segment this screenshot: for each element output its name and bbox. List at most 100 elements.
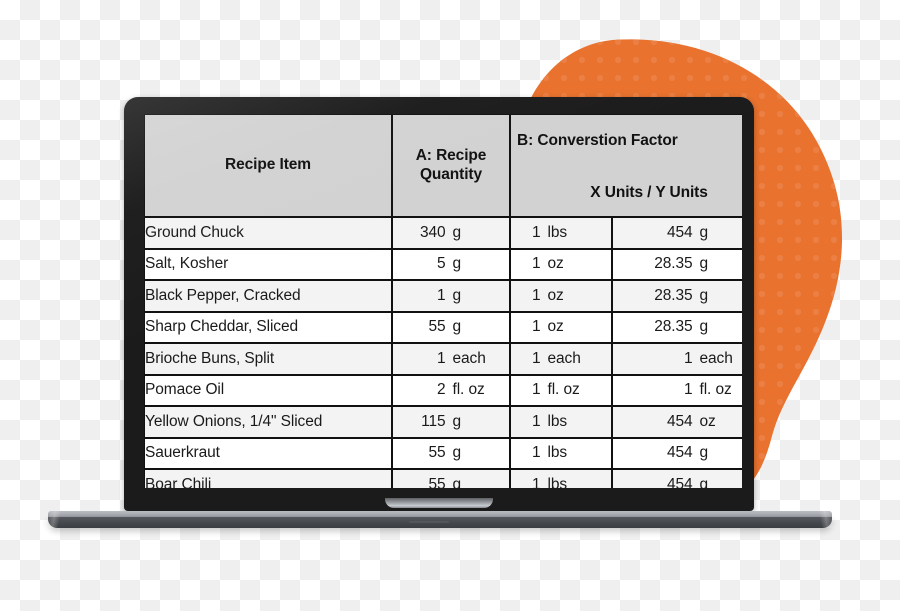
cell-recipe-item[interactable]: Pomace Oil (144, 374, 392, 406)
cell-recipe-quantity-value: 5 (436, 255, 446, 273)
table-row[interactable]: Boar Chili 55 g 1 lbs 454 g (144, 469, 742, 488)
cell-recipe-quantity[interactable]: 340 g (392, 217, 510, 249)
cell-y-units-value: 454 (666, 412, 693, 430)
cell-recipe-item[interactable]: Ground Chuck (144, 217, 392, 249)
cell-x-units-content: 1 fl. oz (511, 376, 611, 406)
cell-y-units-unit: fl. oz (699, 381, 732, 399)
cell-y-units[interactable]: 454 g (612, 217, 742, 249)
cell-recipe-quantity-content: 55 g (393, 470, 509, 488)
cell-y-units-unit: g (699, 444, 709, 462)
cell-x-units-value: 1 (531, 286, 541, 304)
column-header-recipe-item-label: Recipe Item (225, 156, 311, 174)
cell-x-units-content: 1 oz (511, 281, 611, 311)
cell-y-units-value: 454 (666, 223, 693, 241)
laptop-mockup: Recipe Item A: Recipe Quantity B: Conver… (0, 0, 900, 606)
cell-y-units[interactable]: 454 oz (612, 406, 742, 438)
cell-x-units[interactable]: 1 lbs (510, 406, 612, 438)
cell-x-units[interactable]: 1 oz (510, 248, 612, 280)
table-row[interactable]: Yellow Onions, 1/4" Sliced 115 g 1 lbs 454 oz (144, 406, 742, 438)
cell-y-units-value: 28.35 (654, 255, 693, 273)
cell-x-units-content: 1 lbs (511, 439, 611, 469)
cell-recipe-item[interactable]: Salt, Kosher (144, 248, 392, 280)
cell-recipe-quantity[interactable]: 5g (392, 248, 510, 280)
cell-recipe-quantity[interactable]: 55 g (392, 311, 510, 343)
cell-recipe-quantity[interactable]: 55 g (392, 437, 510, 469)
cell-recipe-item[interactable]: Sauerkraut (144, 437, 392, 469)
cell-recipe-quantity[interactable]: 2 fl. oz (392, 374, 510, 406)
cell-y-units[interactable]: 28.35 g (612, 248, 742, 280)
table-row[interactable]: Sharp Cheddar, Sliced 55 g 1 oz 28.35 g (144, 311, 742, 343)
table-row[interactable]: Sauerkraut 55 g 1 lbs 454 g (144, 437, 742, 469)
column-header-recipe-quantity-line2: Quantity (419, 165, 483, 183)
cell-x-units[interactable]: 1 fl. oz (510, 374, 612, 406)
cell-recipe-item[interactable]: Yellow Onions, 1/4" Sliced (144, 406, 392, 438)
cell-y-units[interactable]: 28.35 g (612, 280, 742, 312)
table-row[interactable]: Salt, Kosher 5 g 1 oz 28.35 g (144, 248, 742, 280)
cell-recipe-quantity-unit: g (452, 286, 462, 304)
cell-y-units-unit: each (699, 349, 733, 367)
cell-recipe-quantity-value: 55 (428, 318, 446, 336)
column-header-recipe-quantity[interactable]: A: Recipe Quantity (392, 114, 510, 217)
cell-y-units[interactable]: 1 each (612, 343, 742, 375)
lid-open-notch (385, 498, 493, 508)
cell-recipe-quantity-value: 55 (428, 444, 446, 462)
laptop-base-right-cap (816, 511, 842, 528)
cell-x-units-value: 1 (531, 318, 541, 336)
cell-recipe-quantity[interactable]: 55 g (392, 469, 510, 488)
cell-y-units-content: 454 g (613, 218, 742, 248)
column-header-conversion-factor[interactable]: B: Converstion Factor X Units / Y Units (510, 114, 742, 217)
cell-y-units[interactable]: 454 g (612, 437, 742, 469)
cell-y-units[interactable]: 28.35 g (612, 311, 742, 343)
cell-x-units[interactable]: 1 oz (510, 311, 612, 343)
cell-recipe-quantity-value: 340 (419, 223, 446, 241)
cell-y-units-content: 1 fl. oz (613, 376, 742, 406)
cell-recipe-item[interactable]: Boar Chili (144, 469, 392, 488)
cell-x-units-content: 1 oz (511, 313, 611, 343)
cell-x-units-unit: lbs (547, 412, 568, 430)
cell-recipe-item[interactable]: Sharp Cheddar, Sliced (144, 311, 392, 343)
cell-y-units-content: 454 g (613, 470, 742, 488)
cell-recipe-quantity-unit: each (452, 349, 486, 367)
cell-x-units-unit: oz (547, 286, 564, 304)
cell-recipe-quantity-unit: g (452, 318, 462, 336)
cell-x-units-unit: oz (547, 318, 564, 336)
table-row[interactable]: Ground Chuck 340 g 1 lbs 454 g (144, 217, 742, 249)
cell-x-units-value: 1 (531, 412, 541, 430)
cell-y-units-content: 454 oz (613, 407, 742, 437)
column-header-conversion-factor-title: B: Converstion Factor (517, 132, 678, 149)
cell-x-units[interactable]: 1 each (510, 343, 612, 375)
cell-y-units[interactable]: 1 fl. oz (612, 374, 742, 406)
cell-recipe-quantity[interactable]: 1g (392, 280, 510, 312)
cell-y-units-value: 454 (666, 475, 693, 488)
cell-x-units[interactable]: 1 oz (510, 280, 612, 312)
laptop-base-left-cap (38, 511, 64, 528)
cell-recipe-item[interactable]: Black Pepper, Cracked (144, 280, 392, 312)
cell-recipe-item[interactable]: Brioche Buns, Split (144, 343, 392, 375)
table-row[interactable]: Black Pepper, Cracked 1 g 1 oz 28.35 g (144, 280, 742, 312)
cell-x-units[interactable]: 1 lbs (510, 469, 612, 488)
cell-x-units[interactable]: 1 lbs (510, 437, 612, 469)
cell-y-units-unit: g (699, 318, 709, 336)
column-header-recipe-item[interactable]: Recipe Item (144, 114, 392, 217)
cell-recipe-quantity[interactable]: 115 g (392, 406, 510, 438)
cell-recipe-quantity-value: 1 (436, 286, 446, 304)
cell-x-units-content: 1 lbs (511, 470, 611, 488)
cell-x-units-value: 1 (531, 349, 541, 367)
cell-recipe-quantity-content: 340 g (393, 218, 509, 248)
cell-y-units-content: 454 g (613, 439, 742, 469)
cell-recipe-quantity-unit: g (452, 475, 462, 488)
cell-recipe-quantity-unit: g (452, 255, 462, 273)
cell-x-units-unit: fl. oz (547, 381, 580, 399)
table-row[interactable]: Pomace Oil 2 fl. oz 1 fl. oz 1 fl. oz (144, 374, 742, 406)
cell-recipe-quantity[interactable]: 1 each (392, 343, 510, 375)
column-header-recipe-quantity-line1: A: Recipe (415, 146, 487, 164)
laptop-base-body (48, 517, 832, 528)
cell-x-units-value: 1 (531, 475, 541, 488)
table-row[interactable]: Brioche Buns, Split 1 each 1 each 1 each (144, 343, 742, 375)
cell-recipe-quantity-value: 2 (436, 381, 446, 399)
cell-y-units-unit: oz (699, 412, 716, 430)
table-header-row: Recipe Item A: Recipe Quantity B: Conver… (144, 114, 742, 217)
cell-y-units[interactable]: 454 g (612, 469, 742, 488)
cell-x-units[interactable]: 1 lbs (510, 217, 612, 249)
cell-x-units-value: 1 (531, 381, 541, 399)
